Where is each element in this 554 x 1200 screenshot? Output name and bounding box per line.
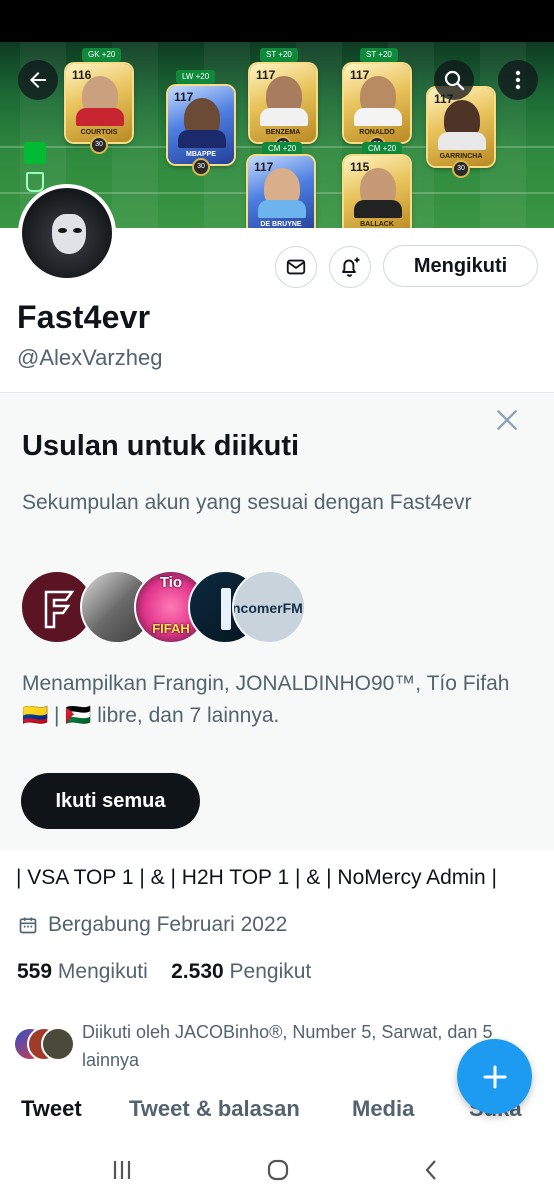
card-rating: 117 bbox=[174, 90, 194, 104]
avatar-text: ncomerFM bbox=[232, 600, 303, 616]
card-name: BENZEMA bbox=[265, 129, 301, 136]
close-icon[interactable] bbox=[494, 407, 520, 433]
card-rating: 117 bbox=[256, 68, 276, 82]
back-nav-button[interactable] bbox=[412, 1154, 452, 1186]
following-button[interactable]: Mengikuti bbox=[383, 245, 538, 287]
card-name: BALLACK bbox=[360, 221, 394, 228]
search-button[interactable] bbox=[434, 60, 474, 100]
card-name: GARRINCHA bbox=[439, 153, 483, 160]
card-position-tag: LW +20 bbox=[176, 70, 216, 84]
recents-button[interactable] bbox=[102, 1154, 142, 1186]
home-button[interactable] bbox=[258, 1154, 298, 1186]
recents-icon bbox=[113, 1161, 131, 1179]
arrow-left-icon bbox=[30, 72, 46, 88]
chevron-left-icon bbox=[425, 1160, 436, 1180]
notification-button[interactable] bbox=[329, 246, 371, 288]
username-handle: @AlexVarzheg bbox=[17, 345, 163, 370]
card-name: COURTOIS bbox=[80, 129, 118, 136]
suggestions-names: Menampilkan Frangin, JONALDINHO90™, Tío … bbox=[22, 672, 510, 727]
card-badge: 30 bbox=[90, 136, 108, 154]
player-card: 117 RONALDO 30 bbox=[344, 64, 410, 154]
card-name: RONALDO bbox=[359, 129, 395, 136]
follow-stats: 559 Mengikuti 2.530 Pengikut bbox=[17, 960, 311, 984]
profile-bio: | VSA TOP 1 | & | H2H TOP 1 | & | NoMerc… bbox=[16, 866, 497, 889]
card-position-tag: GK +20 bbox=[82, 48, 122, 62]
player-card: 117 GARRINCHA 30 bbox=[428, 88, 494, 178]
card-position-tag: ST +20 bbox=[360, 48, 398, 62]
flask-icon bbox=[26, 172, 44, 192]
card-rating: 116 bbox=[72, 68, 92, 82]
card-name: MBAPPE bbox=[186, 151, 216, 158]
card-rating: 115 bbox=[350, 160, 370, 174]
card-position-tag: CM +20 bbox=[362, 142, 403, 156]
follow-all-button[interactable]: Ikuti semua bbox=[21, 773, 200, 829]
search-icon bbox=[444, 70, 465, 91]
followed-by-text[interactable]: Diikuti oleh JACOBinho®, Number 5, Sarwa… bbox=[82, 1018, 512, 1074]
player-card: 117 BENZEMA 30 bbox=[250, 64, 316, 154]
home-icon bbox=[267, 1159, 289, 1181]
player-card: 116 COURTOIS 30 bbox=[66, 64, 132, 154]
calendar-icon bbox=[19, 917, 37, 934]
card-rating: 117 bbox=[254, 160, 274, 174]
card-badge: 30 bbox=[192, 158, 210, 176]
bell-plus-icon bbox=[342, 257, 360, 277]
tab-tweet-replies[interactable]: Tweet & balasan bbox=[129, 1096, 300, 1122]
card-name: DE BRUYNE bbox=[260, 221, 302, 228]
player-card: 115 BALLACK 30 bbox=[344, 156, 410, 228]
status-bar bbox=[0, 0, 554, 42]
formation-icon bbox=[24, 142, 46, 164]
card-badge: 30 bbox=[452, 160, 470, 178]
card-position-tag: ST +20 bbox=[260, 48, 298, 62]
more-vertical-icon bbox=[515, 70, 521, 90]
message-button[interactable] bbox=[275, 246, 317, 288]
tab-media[interactable]: Media bbox=[352, 1096, 414, 1122]
join-date: Bergabung Februari 2022 bbox=[18, 913, 287, 937]
join-date-text: Bergabung Februari 2022 bbox=[48, 913, 288, 936]
suggestions-title: Usulan untuk diikuti bbox=[22, 430, 300, 462]
display-name: Fast4evr bbox=[17, 299, 151, 335]
tab-tweet[interactable]: Tweet bbox=[21, 1096, 82, 1122]
suggested-avatar[interactable]: ncomerFM bbox=[232, 570, 306, 644]
more-options-button[interactable] bbox=[498, 60, 538, 100]
suggestions-description: Sekumpulan akun yang sesuai dengan Fast4… bbox=[22, 491, 472, 514]
player-card: 117 MBAPPE 30 bbox=[168, 86, 234, 176]
back-button[interactable] bbox=[18, 60, 58, 100]
plus-icon bbox=[483, 1065, 506, 1088]
followers-link[interactable]: 2.530 Pengikut bbox=[171, 960, 311, 983]
player-card: 117 DE BRUYNE 30 bbox=[248, 156, 314, 228]
following-link[interactable]: 559 Mengikuti bbox=[17, 960, 148, 983]
follower-avatar bbox=[41, 1027, 75, 1061]
envelope-icon bbox=[286, 259, 306, 275]
card-rating: 117 bbox=[350, 68, 370, 82]
card-position-tag: CM +20 bbox=[262, 142, 303, 156]
compose-tweet-button[interactable] bbox=[457, 1039, 532, 1114]
system-navigation-bar bbox=[0, 1140, 554, 1200]
profile-avatar[interactable] bbox=[18, 184, 116, 282]
